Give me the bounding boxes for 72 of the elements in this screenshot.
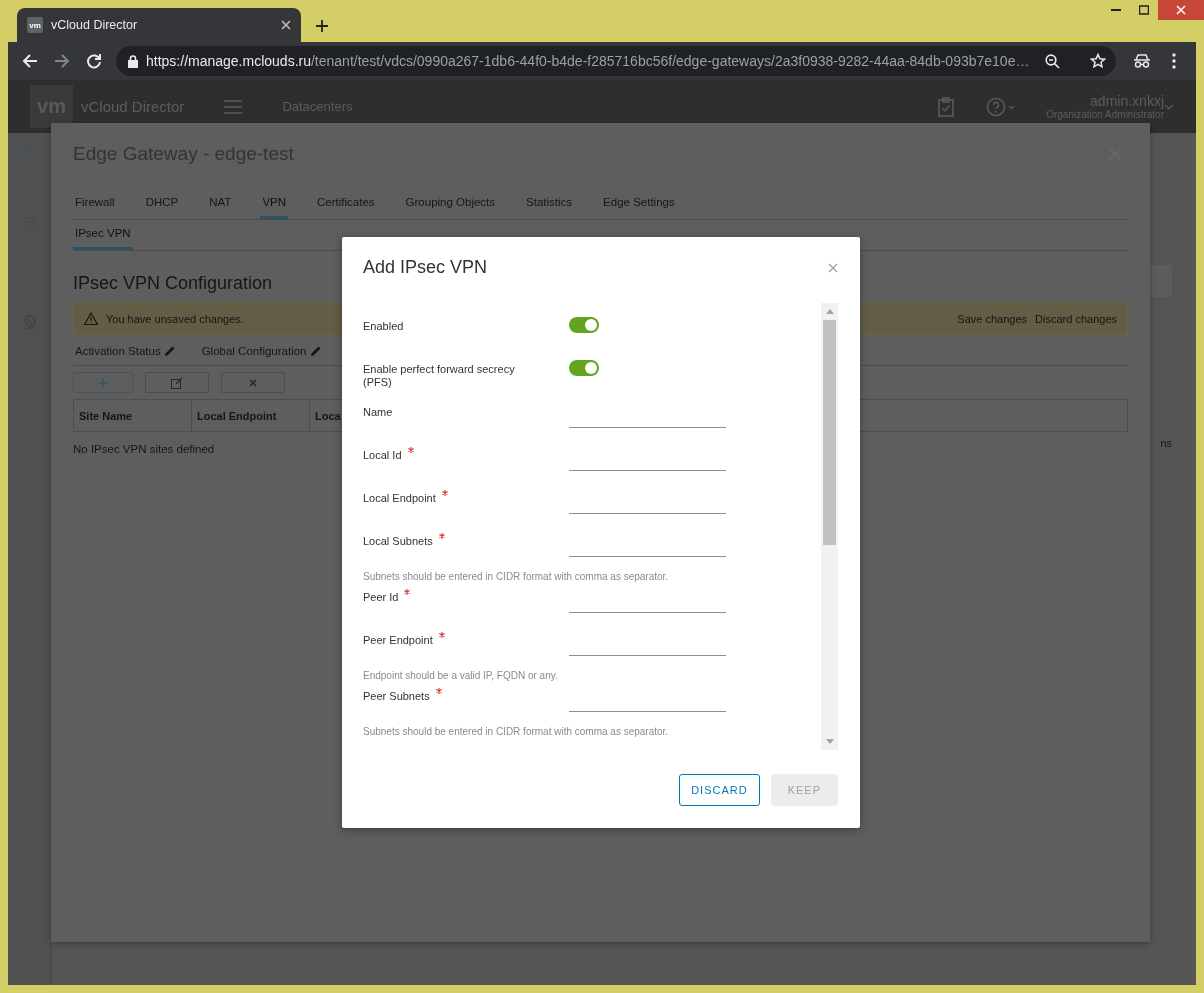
field-label: Peer Subnets [363, 690, 430, 703]
close-icon [249, 378, 257, 387]
table-text: ns [1160, 437, 1172, 449]
plus-icon [98, 377, 108, 388]
back-arrow-icon [22, 53, 38, 69]
required-asterisk-icon [438, 632, 445, 638]
section-heading: IPsec VPN Configuration [73, 273, 274, 294]
required-asterisk-icon [441, 490, 448, 496]
menu-icon[interactable] [224, 99, 243, 114]
tab[interactable]: Statistics [524, 191, 575, 219]
field-label: Peer Id [363, 591, 399, 604]
maximize-icon [1139, 5, 1149, 15]
close-icon[interactable] [281, 20, 291, 30]
hat-glasses-icon [1133, 54, 1151, 68]
minimize-icon [1111, 9, 1121, 11]
column-header[interactable]: Site Name [74, 400, 192, 431]
url-text: https://manage.mclouds.ru/tenant/test/vdcs/0990a267-1db6-44f0-b4de-f285716bc56f/edge-gateways/2a3f0938-9282-44aa-84db-093b7e10e… [146, 53, 1031, 69]
close-icon [1176, 5, 1186, 15]
toggle-switch[interactable] [569, 360, 599, 376]
star-icon[interactable] [1090, 53, 1106, 69]
edit-icon [171, 376, 183, 389]
tab[interactable]: NAT [207, 191, 234, 219]
pencil-icon [163, 345, 176, 357]
toggle-switch[interactable] [569, 317, 599, 333]
column-header[interactable]: Local Endpoint [192, 400, 310, 431]
pencil-icon [309, 345, 322, 357]
menu-dots-icon [1172, 53, 1176, 69]
field-label: Local Subnets [363, 535, 433, 548]
tab-title: vCloud Director [51, 18, 139, 32]
field-hint: Endpoint should be a valid IP, FQDN or any. [363, 670, 559, 683]
scrollbar[interactable] [821, 303, 838, 750]
zoom-magnifier-icon[interactable] [1045, 53, 1060, 69]
required-asterisk-icon [435, 688, 442, 694]
field-label: Local Id [363, 449, 402, 462]
required-asterisk-icon [407, 447, 414, 453]
tab[interactable]: Grouping Objects [403, 191, 498, 219]
settings-link[interactable]: Global Configuration [201, 345, 322, 357]
tab[interactable]: DHCP [143, 191, 181, 219]
alert-message: You have unsaved changes. [106, 312, 245, 325]
field-label: Name [363, 406, 393, 419]
tab[interactable]: Edge Settings [601, 191, 677, 219]
required-asterisk-icon [404, 589, 411, 595]
scroll-up-arrow-icon [825, 309, 834, 314]
tab[interactable]: VPN [260, 191, 289, 219]
alert-action-link[interactable]: Discard changes [1035, 312, 1117, 325]
favicon: vm [27, 17, 43, 33]
field-hint: Subnets should be entered in CIDR format with comma as separator. [363, 726, 670, 739]
settings-link[interactable]: Activation Status [75, 345, 176, 357]
field-hint: Subnets should be entered in CIDR format with comma as separator. [363, 571, 670, 584]
forward-arrow-icon [54, 53, 70, 69]
scroll-down-arrow-icon [825, 739, 834, 744]
new-tab-plus-icon[interactable] [315, 19, 329, 33]
clipboard-icon[interactable] [938, 96, 955, 117]
empty-table-message: No IPsec VPN sites defined [73, 443, 215, 455]
secondary-button[interactable]: DISCARD [679, 774, 760, 806]
browser-tab[interactable]: vm vCloud Director [17, 8, 301, 42]
field-label: Peer Endpoint [363, 634, 433, 647]
subtab[interactable]: IPsec VPN [73, 222, 133, 250]
required-asterisk-icon [438, 533, 445, 539]
field-label: Enable perfect forward secrecy (PFS) [363, 363, 516, 389]
dialog-title: Add IPsec VPN [363, 257, 488, 278]
alert-action-link[interactable]: Save changes [957, 312, 1028, 325]
lock-icon [128, 54, 138, 68]
tab[interactable]: Certificates [315, 191, 377, 219]
caret-icon[interactable] [1164, 102, 1174, 111]
address-bar[interactable]: https://manage.mclouds.ru/tenant/test/vdcs/0990a267-1db6-44f0-b4de-f285716bc56f/edge-gateways/2a3f0938-9282-44aa-84db-093b7e10e… [116, 46, 1116, 76]
field-label: Local Endpoint [363, 492, 436, 505]
reload-icon [86, 53, 102, 69]
field-label: Enabled [363, 320, 404, 333]
tab[interactable]: Firewall [73, 191, 117, 219]
warning-icon [84, 312, 98, 325]
help-icon[interactable] [986, 96, 1017, 117]
